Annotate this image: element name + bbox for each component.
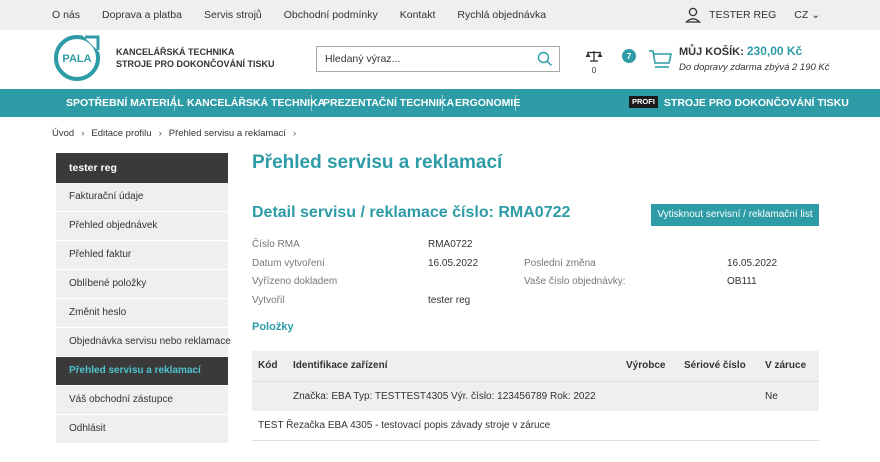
table-row-note: TEST Řezačka EBA 4305 - testovací popis … (252, 411, 819, 441)
top-right: TESTER REG CZ ⌄ (685, 0, 820, 30)
top-link-contact[interactable]: Kontakt (400, 9, 436, 21)
created-date-value: 16.05.2022 (428, 258, 479, 269)
search-box (316, 46, 560, 72)
sidebar-item-service-order[interactable]: Objednávka servisu nebo reklamace (56, 328, 231, 357)
top-link-service[interactable]: Servis strojů (204, 9, 262, 21)
nav-item-office[interactable]: KANCELÁŘSKÁ TECHNIKA (187, 89, 325, 117)
cart-total: 230,00 Kč (746, 44, 803, 58)
sidebar-item-service-overview[interactable]: Přehled servisu a reklamací (56, 357, 228, 386)
cell-warranty: Ne (765, 391, 778, 402)
created-by-value: tester reg (428, 295, 471, 306)
nav-separator (442, 95, 443, 111)
settled-by-label: Vyřízeno dokladem (252, 276, 338, 287)
col-device: Identifikace zařízení (293, 360, 388, 371)
nav-item-finishing[interactable]: PROFI STROJE PRO DOKONČOVÁNÍ TISKU (629, 89, 849, 117)
print-service-sheet-button[interactable]: Vytisknout servisní / reklamační list (651, 204, 819, 226)
items-table-header: Kód Identifikace zařízení Výrobce Sériov… (252, 351, 819, 381)
favorites-count-badge[interactable]: 7 (622, 49, 636, 63)
rma-number-value: RMA0722 (428, 239, 473, 250)
tagline-line-1: KANCELÁŘSKÁ TECHNIKA (116, 47, 235, 57)
top-links: O nás Doprava a platba Servis strojů Obc… (52, 0, 568, 30)
sidebar-item-logout[interactable]: Odhlásit (56, 415, 228, 444)
breadcrumb-current[interactable]: Přehled servisu a reklamací (169, 128, 286, 139)
fault-description: TEST Řezačka EBA 4305 - testovací popis … (258, 420, 551, 431)
user-icon[interactable] (685, 7, 702, 23)
nav-item-supplies[interactable]: SPOTŘEBNÍ MATERIÁL (66, 89, 184, 117)
detail-title: Detail servisu / reklamace číslo: RMA072… (252, 204, 571, 221)
breadcrumb: Úvod › Editace profilu › Přehled servisu a r… (52, 128, 303, 139)
order-number-label: Vaše číslo objednávky: (524, 276, 626, 287)
breadcrumb-home[interactable]: Úvod (52, 128, 74, 139)
cart-shipping-note: Do dopravy zdarma zbývá 2 190 Kč (679, 62, 830, 73)
nav-item-finishing-label: STROJE PRO DOKONČOVÁNÍ TISKU (663, 97, 849, 109)
order-number-value: OB111 (727, 276, 757, 287)
nav-separator (174, 95, 175, 111)
cart-summary[interactable]: MŮJ KOŠÍK: 230,00 Kč Do dopravy zdarma z… (679, 44, 830, 73)
last-change-label: Poslední změna (524, 258, 596, 269)
cell-device: Značka: EBA Typ: TESTTEST4305 Výr. číslo… (293, 391, 596, 402)
chevron-down-icon: ⌄ (811, 9, 820, 21)
sidebar-item-billing[interactable]: Fakturační údaje (56, 183, 228, 212)
main-nav: SPOTŘEBNÍ MATERIÁL KANCELÁŘSKÁ TECHNIKA … (0, 89, 880, 117)
top-link-quick-order[interactable]: Rychlá objednávka (457, 9, 546, 21)
pala-logo[interactable]: PALA (52, 33, 102, 83)
compare-link[interactable]: 0 (585, 50, 603, 75)
account-sidebar: tester reg Fakturační údaje Přehled obje… (56, 153, 231, 444)
breadcrumb-profile[interactable]: Editace profilu (91, 128, 151, 139)
top-link-terms[interactable]: Obchodní podmínky (284, 9, 378, 21)
page-title: Přehled servisu a reklamací (252, 152, 503, 173)
top-link-shipping[interactable]: Doprava a platba (102, 9, 182, 21)
top-link-about[interactable]: O nás (52, 9, 80, 21)
sidebar-item-change-password[interactable]: Změnit heslo (56, 299, 228, 328)
user-name-link[interactable]: TESTER REG (709, 9, 776, 21)
logo-text: PALA (62, 53, 91, 65)
chevron-right-icon: › (292, 128, 297, 139)
nav-separator (515, 95, 516, 111)
top-bar: O nás Doprava a platba Servis strojů Obc… (0, 0, 880, 30)
nav-separator (311, 95, 312, 111)
language-select[interactable]: CZ ⌄ (794, 9, 820, 21)
search-input[interactable] (317, 47, 527, 71)
scale-icon (585, 51, 603, 62)
table-row: Značka: EBA Typ: TESTTEST4305 Výr. číslo… (252, 381, 819, 411)
nav-item-presentation[interactable]: PREZENTAČNÍ TECHNIKA (323, 89, 454, 117)
cart-label: MŮJ KOŠÍK: (679, 46, 744, 58)
col-warranty: V záruce (765, 360, 807, 371)
items-heading: Položky (252, 321, 294, 333)
profi-badge: PROFI (629, 96, 658, 108)
language-label: CZ (794, 9, 809, 21)
sidebar-item-favorites[interactable]: Oblíbené položky (56, 270, 228, 299)
cart-icon[interactable] (648, 48, 672, 70)
chevron-right-icon: › (81, 128, 85, 139)
created-date-label: Datum vytvoření (252, 258, 325, 269)
tagline-line-2: STROJE PRO DOKONČOVÁNÍ TISKU (116, 59, 275, 69)
nav-item-ergonomics[interactable]: ERGONOMIE (455, 89, 520, 117)
last-change-value: 16.05.2022 (727, 258, 778, 269)
compare-count: 0 (591, 66, 597, 75)
logo-tagline: KANCELÁŘSKÁ TECHNIKA STROJE PRO DOKONČOV… (116, 46, 275, 70)
col-maker: Výrobce (626, 360, 666, 371)
sidebar-item-sales-rep[interactable]: Váš obchodní zástupce (56, 386, 228, 415)
search-icon[interactable] (537, 51, 553, 67)
sidebar-item-orders[interactable]: Přehled objednávek (56, 212, 228, 241)
sidebar-item-invoices[interactable]: Přehled faktur (56, 241, 228, 270)
cart-total-line: MŮJ KOŠÍK: 230,00 Kč (679, 44, 830, 58)
col-serial: Sériové číslo (684, 360, 746, 371)
chevron-right-icon: › (158, 128, 162, 139)
rma-number-label: Číslo RMA (252, 239, 300, 250)
col-code: Kód (258, 360, 278, 371)
sidebar-heading: tester reg (56, 153, 228, 183)
created-by-label: Vytvořil (252, 295, 285, 306)
